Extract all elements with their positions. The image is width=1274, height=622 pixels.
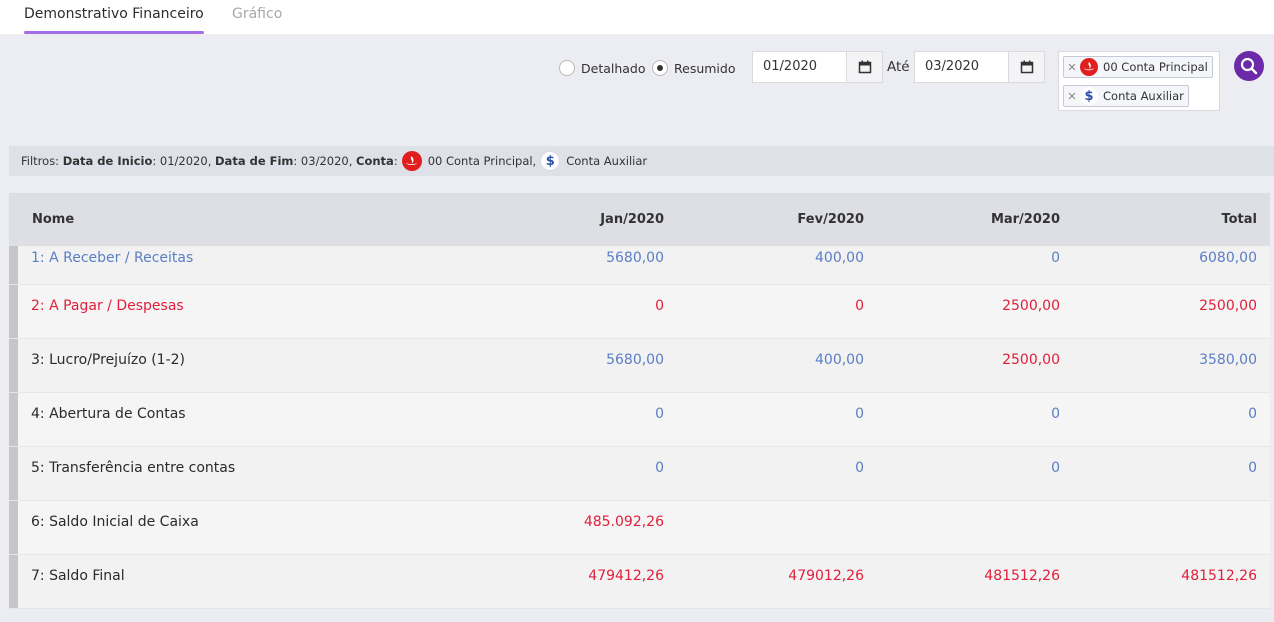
calendar-icon[interactable] — [846, 52, 882, 82]
filter-account1: 00 Conta Principal, — [427, 154, 537, 168]
radio-button-detalhado[interactable] — [559, 60, 575, 76]
cell-mar: 2500,00 — [1002, 298, 1060, 314]
remove-icon[interactable]: ✕ — [1064, 61, 1080, 74]
search-button[interactable] — [1234, 51, 1264, 81]
header-total: Total — [1221, 212, 1257, 227]
radio-button-resumido[interactable] — [652, 60, 668, 76]
account-multiselect[interactable]: ✕ 00 Conta Principal ✕ $ Conta Auxiliar — [1058, 51, 1220, 111]
cell-jan: 485.092,26 — [583, 514, 664, 530]
cell-jan: 0 — [655, 298, 664, 314]
date-range-separator: Até — [887, 59, 910, 75]
header-fev: Fev/2020 — [797, 212, 864, 227]
cell-mar: 0 — [1051, 460, 1060, 476]
tab-demonstrativo-financeiro[interactable]: Demonstrativo Financeiro — [24, 6, 204, 34]
account-chip[interactable]: ✕ 00 Conta Principal — [1063, 56, 1213, 78]
radio-detalhado[interactable]: Detalhado — [559, 60, 646, 76]
cell-mar: 0 — [1051, 250, 1060, 266]
table-row[interactable]: 3: Lucro/Prejuízo (1-2) 5680,00 400,00 2… — [9, 339, 1270, 393]
row-name: 5: Transferência entre contas — [31, 460, 236, 476]
dollar-icon: $ — [540, 151, 561, 171]
table-row[interactable]: 6: Saldo Inicial de Caixa 485.092,26 — [9, 501, 1270, 555]
start-date-field[interactable]: 01/2020 — [752, 51, 883, 83]
table-row[interactable]: 7: Saldo Final 479412,26 479012,26 48151… — [9, 555, 1270, 609]
cell-total: 481512,26 — [1181, 568, 1257, 584]
filter-account2: Conta Auxiliar — [566, 154, 648, 168]
row-name: 3: Lucro/Prejuízo (1-2) — [31, 352, 185, 368]
cell-jan: 479412,26 — [588, 568, 664, 584]
filter-start-label: Data de Inicio — [62, 154, 153, 168]
cell-jan: 0 — [655, 460, 664, 476]
table-header: Nome Jan/2020 Fev/2020 Mar/2020 Total — [9, 193, 1270, 246]
cell-fev: 400,00 — [815, 250, 864, 266]
header-jan: Jan/2020 — [600, 212, 664, 227]
cell-fev: 479012,26 — [788, 568, 864, 584]
santander-logo-icon — [401, 151, 422, 171]
cell-total: 0 — [1248, 460, 1257, 476]
dollar-icon: $ — [1080, 87, 1098, 105]
filter-account-label: Conta — [356, 154, 394, 168]
filter-summary: Filtros: Data de Inicio : 01/2020, Data … — [9, 146, 1274, 176]
cell-jan: 5680,00 — [606, 352, 664, 368]
cell-fev: 0 — [855, 406, 864, 422]
filter-end-value: : 03/2020, — [293, 154, 353, 168]
cell-fev: 0 — [855, 298, 864, 314]
row-name: 2: A Pagar / Despesas — [31, 298, 184, 314]
cell-total: 0 — [1248, 406, 1257, 422]
remove-icon[interactable]: ✕ — [1064, 90, 1080, 103]
financial-statement-table: Nome Jan/2020 Fev/2020 Mar/2020 Total 1:… — [9, 193, 1270, 609]
row-name: 4: Abertura de Contas — [31, 406, 186, 422]
filter-start-value: : 01/2020, — [152, 154, 212, 168]
search-icon — [1240, 57, 1258, 75]
table-row[interactable]: 1: A Receber / Receitas 5680,00 400,00 0… — [9, 246, 1270, 285]
filter-prefix: Filtros: — [21, 154, 60, 168]
tab-bar: Demonstrativo Financeiro Gráfico — [0, 0, 1274, 34]
row-name: 1: A Receber / Receitas — [31, 250, 194, 266]
radio-resumido[interactable]: Resumido — [652, 60, 735, 76]
table-row[interactable]: 4: Abertura de Contas 0 0 0 0 — [9, 393, 1270, 447]
filter-account-sep: : — [393, 154, 398, 168]
row-name: 7: Saldo Final — [31, 568, 125, 584]
tab-grafico[interactable]: Gráfico — [232, 6, 282, 34]
end-date-value[interactable]: 03/2020 — [915, 52, 1008, 82]
calendar-icon[interactable] — [1008, 52, 1044, 82]
account-chip[interactable]: ✕ $ Conta Auxiliar — [1063, 85, 1189, 107]
end-date-field[interactable]: 03/2020 — [914, 51, 1045, 83]
santander-logo-icon — [1080, 58, 1098, 76]
cell-total: 3580,00 — [1199, 352, 1257, 368]
header-mar: Mar/2020 — [990, 212, 1060, 227]
table-row[interactable]: 5: Transferência entre contas 0 0 0 0 — [9, 447, 1270, 501]
radio-label-resumido: Resumido — [674, 60, 736, 76]
radio-label-detalhado: Detalhado — [581, 60, 646, 76]
table-row[interactable]: 2: A Pagar / Despesas 0 0 2500,00 2500,0… — [9, 285, 1270, 339]
cell-fev: 0 — [855, 460, 864, 476]
account-chip-label: 00 Conta Principal — [1103, 60, 1208, 74]
cell-mar: 481512,26 — [984, 568, 1060, 584]
cell-total: 6080,00 — [1199, 250, 1257, 266]
header-nome: Nome — [32, 212, 75, 227]
cell-total: 2500,00 — [1199, 298, 1257, 314]
cell-jan: 0 — [655, 406, 664, 422]
cell-mar: 2500,00 — [1002, 352, 1060, 368]
cell-jan: 5680,00 — [606, 250, 664, 266]
cell-fev: 400,00 — [815, 352, 864, 368]
row-name: 6: Saldo Inicial de Caixa — [31, 514, 199, 530]
cell-mar: 0 — [1051, 406, 1060, 422]
filter-end-label: Data de Fim — [215, 154, 294, 168]
account-chip-label: Conta Auxiliar — [1103, 89, 1184, 103]
start-date-value[interactable]: 01/2020 — [753, 52, 846, 82]
